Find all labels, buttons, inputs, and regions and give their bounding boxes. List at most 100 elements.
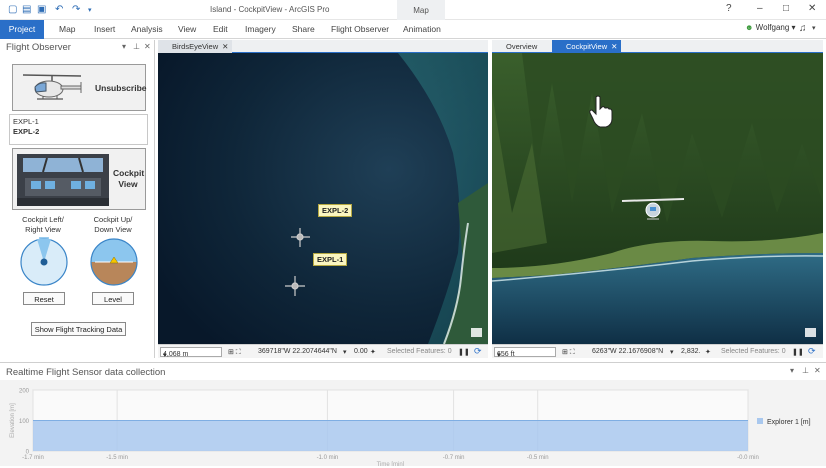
coordinate-readout: 369718"W 22.2074644"N — [258, 348, 337, 355]
pin-icon[interactable]: ⊥ — [802, 366, 809, 375]
tab-insert[interactable]: Insert — [94, 24, 115, 34]
title-bar: ▢ ▤ ▣ ↶ ↷ ▾ Island - CockpitView - ArcGI… — [0, 0, 826, 20]
refresh-icon[interactable]: ⟳ — [474, 346, 482, 357]
help-button[interactable]: ? — [726, 3, 732, 14]
y-tick-label: 100 — [19, 419, 30, 425]
coordinate-format-dropdown-icon[interactable]: ▾ — [343, 348, 347, 356]
coastline-3d-imagery — [492, 53, 823, 344]
x-axis-label: Time [min] — [377, 462, 405, 466]
selected-features-count: Selected Features: 0 — [387, 348, 452, 355]
birds-eye-map[interactable]: EXPL-2 EXPL-1 — [158, 53, 488, 344]
chevron-down-icon: ▾ — [791, 23, 796, 32]
view-tab-strip: Overview CockpitView ✕ — [492, 40, 823, 53]
elevation-chart[interactable]: 200 100 0 -1.7 min -1.5 min -1.0 min -0.7 min -… — [0, 380, 826, 468]
tab-edit[interactable]: Edit — [213, 24, 228, 34]
tab-share[interactable]: Share — [292, 24, 315, 34]
pin-icon[interactable]: ⊥ — [133, 42, 140, 51]
notification-bell-icon[interactable]: ♫ — [799, 23, 807, 34]
unsubscribe-label: Unsubscribe — [95, 83, 147, 93]
up-down-dial[interactable] — [89, 237, 139, 287]
pause-button[interactable]: ❚❚ — [458, 348, 470, 356]
chart-svg: 2001000-1.7 min -1.5 min -1.0 min -0.7 min -… — [10, 389, 811, 468]
list-item-selected[interactable]: EXPL-2 — [13, 127, 144, 137]
map-contextual-tab-header: Map — [397, 0, 445, 20]
list-item[interactable]: EXPL-1 — [13, 117, 144, 127]
close-icon[interactable]: ✕ — [222, 42, 228, 51]
save-icon[interactable]: ▣ — [37, 4, 46, 15]
user-icon: ☻ — [745, 23, 754, 32]
x-tick-label: -1.5 min — [106, 455, 128, 461]
open-project-icon[interactable]: ▤ — [22, 4, 31, 15]
window-title: Island - CockpitView - ArcGIS Pro — [210, 5, 330, 14]
series-area — [33, 420, 748, 451]
selected-features-count: Selected Features: 0 — [721, 348, 786, 355]
new-project-icon[interactable]: ▢ — [8, 4, 17, 15]
pane-header: Flight Observer ▾ ⊥ ✕ — [0, 40, 154, 54]
close-icon[interactable]: ✕ — [814, 366, 821, 375]
map-status-bar: 4,068 m ▾ ⊞ ⛶ 369718"W 22.2074644"N ▾ 0.0… — [158, 344, 488, 359]
tab-analysis[interactable]: Analysis — [131, 24, 163, 34]
user-menu[interactable]: ☻ Wolfgang ▾ — [745, 23, 796, 32]
navigation-tools-icon[interactable]: ⊞ ⛶ — [562, 348, 575, 357]
coordinate-format-dropdown-icon[interactable]: ▾ — [670, 348, 674, 356]
level-button[interactable]: Level — [92, 292, 134, 305]
tab-map[interactable]: Map — [59, 24, 76, 34]
left-right-view-label: Cockpit Left/ Right View — [22, 215, 64, 234]
maximize-button[interactable]: □ — [783, 3, 789, 14]
ribbon-tabs: Project Map Insert Analysis View Edit Im… — [0, 20, 826, 39]
tab-imagery[interactable]: Imagery — [245, 24, 276, 34]
pane-title: Flight Observer — [6, 42, 71, 53]
cockpit-view-pane: Overview CockpitView ✕ 656 ft ▾ ⊞ ⛶ 6263… — [492, 40, 823, 359]
y-tick-label: 200 — [19, 389, 30, 395]
scale-selector[interactable]: 4,068 m ▾ — [160, 347, 222, 359]
coordinate-readout: 6263"W 22.1676908"N — [592, 348, 664, 355]
helicopter-icon — [22, 74, 82, 100]
y-axis-label: Elevation [m] — [10, 403, 16, 438]
flight-observer-pane: Flight Observer ▾ ⊥ ✕ Unsubscribe EXPL-1… — [0, 40, 155, 358]
left-right-dial[interactable] — [19, 237, 69, 287]
cockpit-scene[interactable] — [492, 53, 823, 344]
refresh-icon[interactable]: ⟳ — [808, 346, 816, 357]
pane-options-icon[interactable]: ▾ — [122, 42, 126, 51]
close-icon[interactable]: ✕ — [611, 42, 617, 51]
close-button[interactable]: ✕ — [808, 3, 816, 14]
pause-button[interactable]: ❚❚ — [792, 348, 804, 356]
tab-animation[interactable]: Animation — [403, 24, 441, 34]
cockpit-view-button[interactable]: Cockpit View — [12, 148, 146, 210]
tab-birds-eye-view[interactable]: BirdsEyeView ✕ — [158, 40, 233, 53]
tab-cockpit-view[interactable]: CockpitView ✕ — [552, 40, 622, 53]
pane-options-icon[interactable]: ▾ — [790, 366, 794, 375]
tab-overview[interactable]: Overview — [492, 40, 541, 53]
reset-button[interactable]: Reset — [23, 292, 65, 305]
close-icon[interactable]: ✕ — [144, 42, 151, 51]
notification-dropdown-icon[interactable]: ▾ — [812, 24, 816, 32]
cockpit-view-label: Cockpit View — [113, 168, 145, 189]
x-tick-label: -1.0 min — [317, 455, 339, 461]
user-name: Wolfgang — [755, 23, 790, 32]
show-flight-tracking-button[interactable]: Show Flight Tracking Data — [31, 322, 126, 336]
redo-icon[interactable]: ↷ — [72, 4, 80, 15]
minimize-button[interactable]: – — [757, 3, 763, 14]
undo-icon[interactable]: ↶ — [55, 4, 63, 15]
tab-project[interactable]: Project — [0, 20, 44, 39]
scale-selector[interactable]: 656 ft ▾ — [494, 347, 556, 359]
unsubscribe-button[interactable]: Unsubscribe — [12, 64, 147, 111]
flight-callout-expl-1[interactable]: EXPL-1 — [313, 253, 348, 266]
tool-icon[interactable]: ✦ — [370, 348, 376, 356]
map-status-bar: 656 ft ▾ ⊞ ⛶ 6263"W 22.1676908"N ▾ 2,832.… — [492, 344, 823, 359]
cockpit-icon — [17, 154, 109, 206]
hand-cursor-icon — [589, 95, 613, 128]
tab-flight-observer[interactable]: Flight Observer — [331, 24, 389, 34]
x-tick-label: -0.7 min — [443, 455, 465, 461]
ocean-imagery — [158, 53, 488, 344]
legend-label: Explorer 1 [m] — [767, 419, 811, 426]
pane-title: Realtime Flight Sensor data collection — [6, 367, 166, 378]
tool-icon[interactable]: ✦ — [705, 348, 711, 356]
navigation-tools-icon[interactable]: ⊞ ⛶ — [228, 348, 241, 357]
quick-access-dropdown-icon[interactable]: ▾ — [88, 6, 92, 14]
flight-callout-expl-2[interactable]: EXPL-2 — [318, 204, 353, 217]
view-tab-strip: BirdsEyeView ✕ — [158, 40, 488, 53]
tab-view[interactable]: View — [178, 24, 196, 34]
rotation-value: 2,832. — [681, 348, 701, 355]
flight-list[interactable]: EXPL-1 EXPL-2 — [9, 114, 148, 145]
